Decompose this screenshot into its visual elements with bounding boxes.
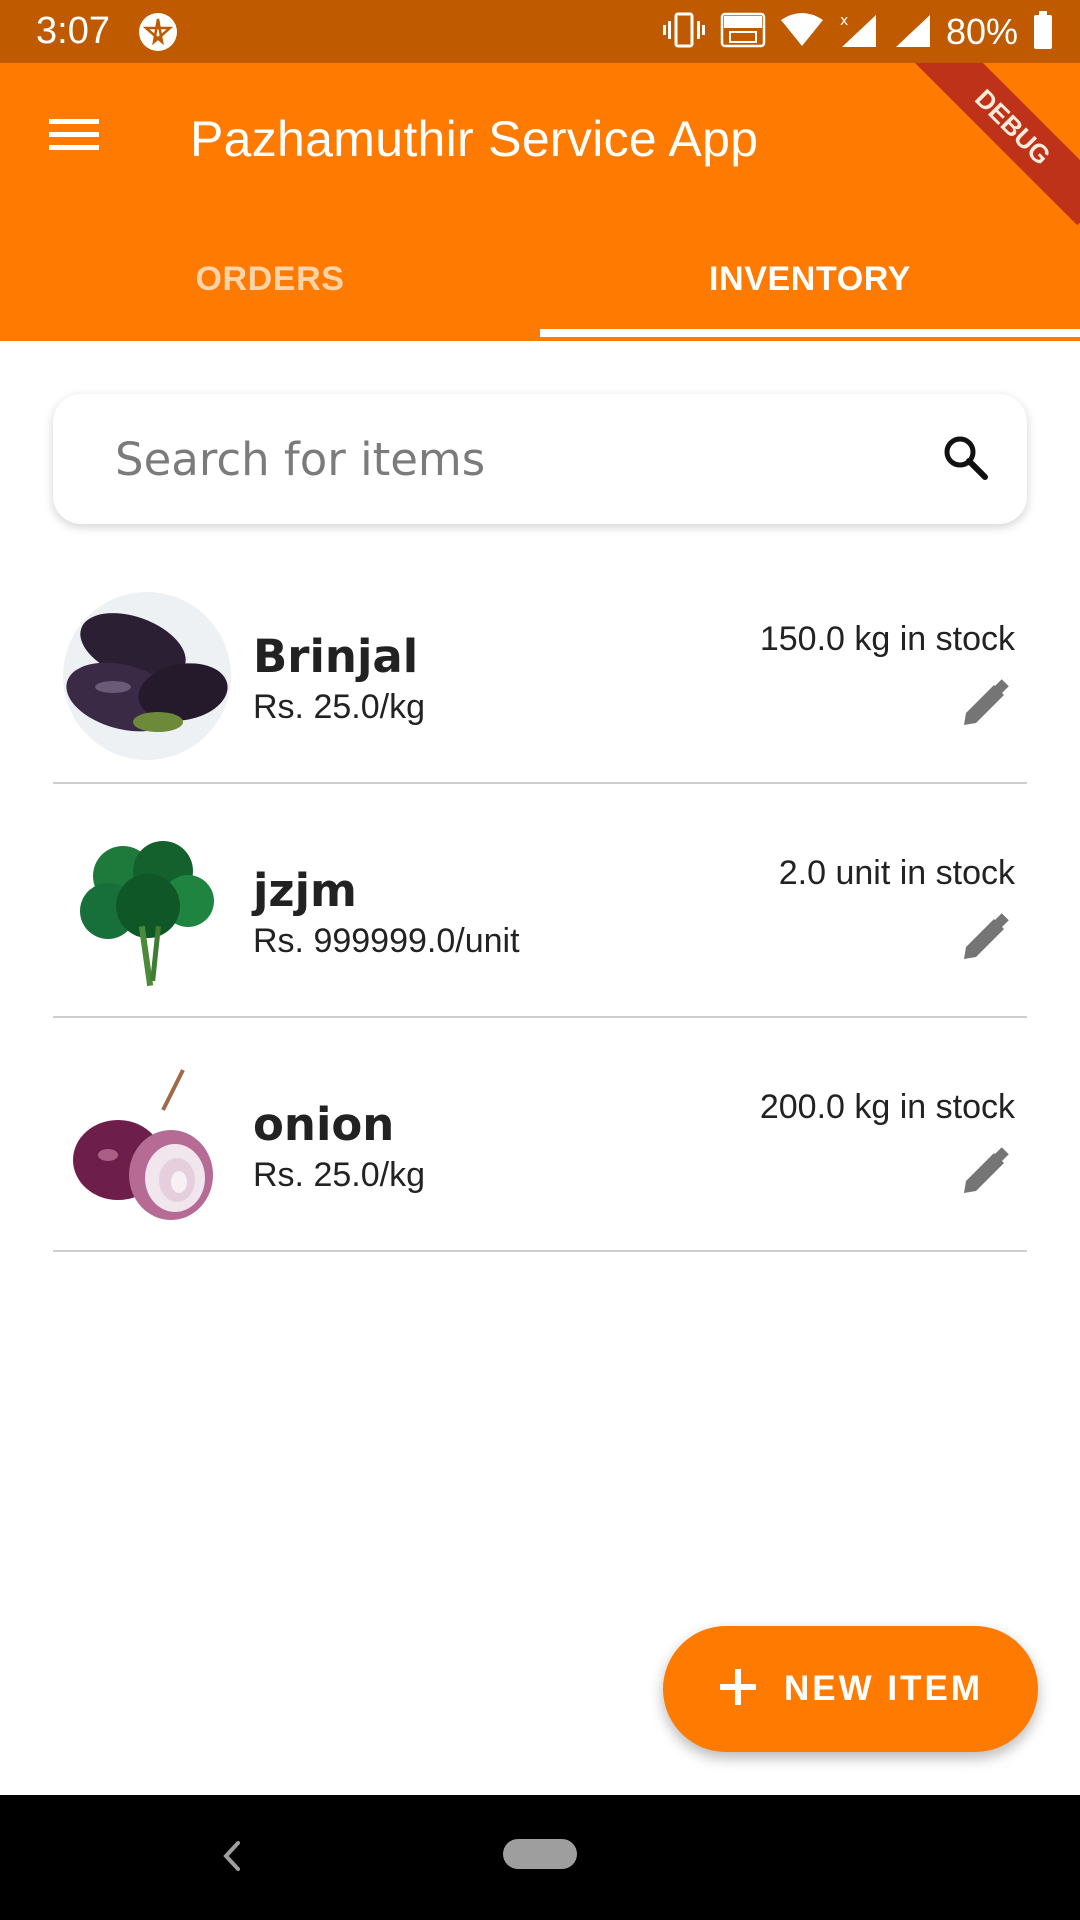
edit-icon <box>960 912 1010 968</box>
search-button[interactable] <box>933 427 997 491</box>
list-item[interactable]: Brinjal Rs. 25.0/kg 150.0 kg in stock <box>53 550 1027 784</box>
menu-icon <box>49 117 99 158</box>
item-image <box>63 1060 231 1228</box>
status-bar: 3:07 x 80% <box>0 0 1080 63</box>
list-item[interactable]: onion Rs. 25.0/kg 200.0 kg in stock <box>53 1018 1027 1252</box>
item-stock: 200.0 kg in stock <box>759 1088 1015 1126</box>
navigation-bar <box>0 1795 1080 1920</box>
item-stock: 2.0 unit in stock <box>778 854 1015 892</box>
back-icon <box>220 1839 244 1878</box>
back-button[interactable] <box>210 1831 254 1885</box>
item-price: Rs. 25.0/kg <box>253 1156 425 1194</box>
battery-icon <box>1032 10 1054 55</box>
search-input[interactable] <box>115 394 915 524</box>
edit-icon <box>960 1146 1010 1202</box>
item-name: jzjm <box>253 864 357 917</box>
greens-image <box>63 826 231 994</box>
tab-inventory[interactable]: INVENTORY <box>540 218 1080 341</box>
tab-indicator <box>540 329 1080 337</box>
edit-icon <box>960 678 1010 734</box>
inventory-list: Brinjal Rs. 25.0/kg 150.0 kg in stock jz… <box>53 550 1027 1252</box>
svg-text:x: x <box>840 13 848 29</box>
item-price: Rs. 999999.0/unit <box>253 922 520 960</box>
battery-percent: 80% <box>945 11 1018 52</box>
status-time: 3:07 <box>36 10 110 52</box>
item-image <box>63 826 231 994</box>
menu-button[interactable] <box>30 93 118 181</box>
vibrate-icon <box>662 12 706 53</box>
item-image <box>63 592 231 760</box>
tab-bar: ORDERS INVENTORY <box>0 218 1080 341</box>
edit-item-button[interactable] <box>949 1138 1021 1210</box>
edit-item-button[interactable] <box>949 904 1021 976</box>
app-notification-icon <box>138 12 178 52</box>
search-icon <box>941 433 989 486</box>
wifi-icon <box>780 12 824 53</box>
signal-icon: x <box>838 11 878 54</box>
search-bar <box>53 394 1027 524</box>
plus-icon <box>718 1667 758 1712</box>
debug-banner: DEBUG <box>914 63 1080 226</box>
new-item-label: NEW ITEM <box>784 1669 983 1708</box>
home-pill-icon[interactable] <box>503 1839 577 1869</box>
new-item-button[interactable]: NEW ITEM <box>663 1626 1038 1752</box>
brinjal-image <box>63 592 231 760</box>
status-icons: x 80% <box>662 8 1054 56</box>
edit-item-button[interactable] <box>949 670 1021 742</box>
onion-image <box>63 1060 231 1228</box>
item-name: onion <box>253 1098 395 1151</box>
signal-icon <box>892 11 932 54</box>
app-bar: Pazhamuthir Service App ORDERS INVENTORY… <box>0 63 1080 341</box>
app-title: Pazhamuthir Service App <box>190 111 759 167</box>
list-item[interactable]: jzjm Rs. 999999.0/unit 2.0 unit in stock <box>53 784 1027 1018</box>
volte-icon <box>720 12 766 53</box>
tab-orders[interactable]: ORDERS <box>0 218 540 341</box>
item-stock: 150.0 kg in stock <box>759 620 1015 658</box>
item-price: Rs. 25.0/kg <box>253 688 425 726</box>
item-name: Brinjal <box>253 630 419 683</box>
